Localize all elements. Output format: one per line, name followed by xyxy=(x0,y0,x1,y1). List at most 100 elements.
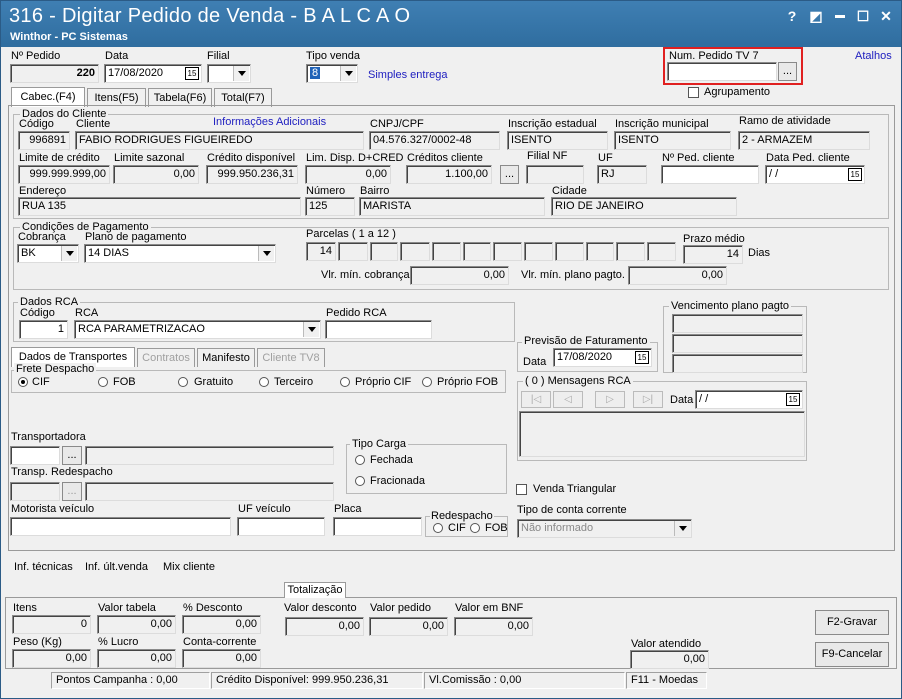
cancelar-button[interactable]: F9-Cancelar xyxy=(815,642,889,667)
im-label: Inscrição municipal xyxy=(615,118,709,130)
chevron-down-icon[interactable] xyxy=(674,521,690,536)
frete-fob-radio[interactable] xyxy=(98,377,108,387)
last-icon[interactable]: ▷| xyxy=(633,391,663,408)
frete-gratuito-radio[interactable] xyxy=(178,377,188,387)
num-tv7-field[interactable] xyxy=(667,62,777,81)
tipo-venda-select[interactable]: 8 xyxy=(306,64,358,83)
placa-field[interactable] xyxy=(333,517,422,536)
redespacho-fob-radio[interactable] xyxy=(470,523,480,533)
frete-proprio-cif-radio[interactable] xyxy=(340,377,350,387)
chevron-down-icon[interactable] xyxy=(340,66,356,81)
mix-cliente-link[interactable]: Mix cliente xyxy=(163,561,215,573)
chevron-down-icon[interactable] xyxy=(61,246,77,261)
rca-select[interactable]: RCA PARAMETRIZACAO xyxy=(74,320,321,339)
vlr-min-cob-label: Vlr. mín. cobrança xyxy=(321,269,410,281)
rca-codigo-field[interactable]: 1 xyxy=(19,320,68,339)
redespacho-search-button[interactable]: ... xyxy=(62,482,82,501)
close-icon[interactable]: ✕ xyxy=(877,7,895,25)
tab-contratos[interactable]: Contratos xyxy=(137,348,195,367)
status-moedas[interactable]: F11 - Moedas xyxy=(626,672,707,689)
parcela-2 xyxy=(338,242,368,261)
conta-corrente-field: 0,00 xyxy=(182,649,261,668)
calendar-icon[interactable]: 15 xyxy=(848,168,862,181)
data-field[interactable]: 17/08/2020 15 xyxy=(104,64,202,83)
codigo-cliente-field: 996891 xyxy=(18,131,70,150)
plano-value: 14 DIAS xyxy=(88,247,129,259)
mensagens-data-field[interactable]: / / 15 xyxy=(695,390,803,409)
data-ped-value: / / xyxy=(769,168,779,180)
ped-cliente-field[interactable] xyxy=(661,165,759,184)
frete-terceiro-radio[interactable] xyxy=(259,377,269,387)
motorista-field[interactable] xyxy=(10,517,231,536)
creditos-button[interactable]: ... xyxy=(500,165,519,184)
calendar-icon[interactable]: 15 xyxy=(786,393,800,406)
num-tv7-search-button[interactable]: ... xyxy=(778,62,797,81)
gravar-button[interactable]: F2-Gravar xyxy=(815,610,889,635)
frete-proprio-fob-radio[interactable] xyxy=(422,377,432,387)
minimize-icon[interactable]: ▬ xyxy=(831,7,849,25)
fracionada-radio[interactable] xyxy=(355,476,365,486)
calendar-icon[interactable]: 15 xyxy=(185,67,199,80)
data-ped-field[interactable]: / / 15 xyxy=(765,165,865,184)
tab-totalizacao[interactable]: Totalização xyxy=(284,582,346,598)
ramo-label: Ramo de atividade xyxy=(739,115,831,127)
venda-triangular-checkbox[interactable] xyxy=(516,484,527,495)
uf-label: UF xyxy=(598,152,613,164)
plano-select[interactable]: 14 DIAS xyxy=(84,244,276,263)
mensagens-text[interactable] xyxy=(519,411,805,457)
info-adicionais-link[interactable]: Informações Adicionais xyxy=(213,116,326,128)
cnpj-label: CNPJ/CPF xyxy=(370,118,424,130)
next-icon[interactable]: ▷ xyxy=(595,391,625,408)
tipo-venda-label: Tipo venda xyxy=(306,50,361,62)
mensagens-data-value: / / xyxy=(699,393,709,405)
chevron-down-icon[interactable] xyxy=(258,246,274,261)
redespacho-nome xyxy=(85,482,334,501)
cobranca-select[interactable]: BK xyxy=(17,244,79,263)
peso-label: Peso (Kg) xyxy=(13,636,62,648)
frete-terceiro-label: Terceiro xyxy=(274,376,314,388)
redespacho-cif-radio[interactable] xyxy=(433,523,443,533)
first-icon[interactable]: |◁ xyxy=(521,391,551,408)
agrupamento-checkbox[interactable] xyxy=(688,87,699,98)
parcela-7 xyxy=(493,242,522,261)
pedido-rca-field[interactable] xyxy=(325,320,432,339)
maximize-icon[interactable]: ☐ xyxy=(854,7,872,25)
inf-tecnicas-link[interactable]: Inf. técnicas xyxy=(14,561,73,573)
filial-select[interactable] xyxy=(207,64,251,83)
prev-icon[interactable]: ◁ xyxy=(553,391,583,408)
ramo-field: 2 - ARMAZEM xyxy=(738,131,870,150)
frete-gratuito-label: Gratuito xyxy=(194,376,234,388)
fechada-radio[interactable] xyxy=(355,455,365,465)
inf-ult-venda-link[interactable]: Inf. últ.venda xyxy=(85,561,148,573)
rca-value: RCA PARAMETRIZACAO xyxy=(78,323,205,335)
transportadora-search-button[interactable]: ... xyxy=(62,446,82,465)
im-field: ISENTO xyxy=(614,131,731,150)
frete-cif-radio[interactable] xyxy=(18,377,28,387)
valor-atendido-field: 0,00 xyxy=(630,650,709,669)
calendar-icon[interactable]: 15 xyxy=(635,351,649,364)
chevron-down-icon[interactable] xyxy=(303,322,319,337)
plano-label: Plano de pagamento xyxy=(85,231,187,243)
previsao-data-field[interactable]: 17/08/2020 15 xyxy=(553,348,652,367)
tipo-conta-select[interactable]: Não informado xyxy=(517,519,692,538)
cliente-nome-field: FABIO RODRIGUES FIGUEIREDO xyxy=(75,131,364,150)
pedido-rca-label: Pedido RCA xyxy=(326,307,387,319)
tab-cliente-tv8[interactable]: Cliente TV8 xyxy=(257,348,325,367)
limite-label: Limite de crédito xyxy=(19,152,100,164)
help-icon[interactable]: ? xyxy=(783,7,801,25)
atalhos-link[interactable]: Atalhos xyxy=(855,50,892,62)
parcela-8 xyxy=(524,242,553,261)
num-pedido-label: Nº Pedido xyxy=(11,50,61,62)
tab-cabec[interactable]: Cabec.(F4) xyxy=(11,87,85,107)
vencimento-label: Vencimento plano pagto xyxy=(669,300,792,312)
chevron-down-icon[interactable] xyxy=(233,66,249,81)
restore-icon[interactable]: ◩ xyxy=(807,7,825,25)
tab-manifesto[interactable]: Manifesto xyxy=(197,348,255,367)
uf-veiculo-field[interactable] xyxy=(237,517,325,536)
transportadora-codigo[interactable] xyxy=(10,446,60,465)
data-ped-label: Data Ped. cliente xyxy=(766,152,850,164)
parcela-4 xyxy=(400,242,430,261)
redespacho-cif-label: CIF xyxy=(448,522,466,534)
tipo-conta-value: Não informado xyxy=(521,522,594,534)
peso-field: 0,00 xyxy=(12,649,91,668)
